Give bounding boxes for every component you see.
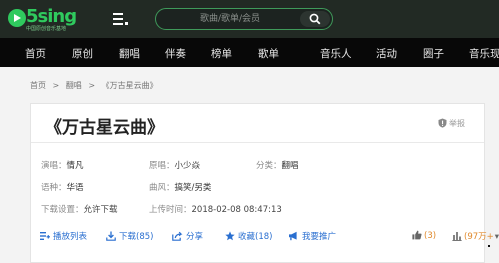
top-header: 5sing 中国原创音乐基地 — [0, 0, 499, 38]
share-button[interactable]: 分享 — [172, 230, 203, 242]
original-singer: 小少焱 — [174, 161, 201, 171]
like-button[interactable]: (3) — [412, 230, 436, 241]
chevron-down-icon: ▾ — [494, 232, 499, 242]
nav-item-cover[interactable]: 翻唱 — [119, 46, 140, 61]
song-info-card: 《万古星云曲》 举报 演唱：情凡 原唱：小少焱 分类：翻唱 语种：华语 曲风：搞… — [30, 103, 499, 263]
singer-link[interactable]: 情凡 — [67, 161, 84, 171]
like-count: (3) — [424, 231, 437, 241]
cursor-dot — [488, 245, 490, 247]
breadcrumb-cover[interactable]: 翻唱 — [66, 81, 82, 90]
share-label: 分享 — [186, 232, 204, 242]
playlist-label: 播放列表 — [53, 232, 88, 242]
style-label: 曲风： — [149, 183, 175, 193]
promote-button[interactable]: 我要推广 — [288, 230, 336, 242]
breadcrumb-current: 《万古星云曲》 — [101, 81, 158, 90]
category-label: 分类： — [256, 161, 282, 171]
nav-item-circles[interactable]: 圈子 — [423, 46, 444, 61]
breadcrumb-home[interactable]: 首页 — [30, 81, 46, 90]
search-button[interactable] — [300, 11, 330, 27]
main-nav: 首页 原创 翻唱 伴奏 榜单 歌单 音乐人 活动 圈子 音乐现 — [0, 38, 499, 67]
site-logo[interactable]: 5sing 中国原创音乐基地 — [7, 6, 77, 32]
star-icon — [225, 231, 235, 241]
title-divider — [31, 142, 484, 143]
meta-download: 下载设置：允许下载 — [41, 203, 118, 215]
nav-item-charts[interactable]: 榜单 — [211, 46, 232, 61]
language-label: 语种： — [41, 183, 67, 193]
meta-style: 曲风：搞笑/另类 — [149, 181, 211, 193]
breadcrumb-separator: > — [88, 81, 96, 90]
logo-mark-icon — [8, 9, 26, 27]
singer-label: 演唱： — [41, 161, 67, 171]
original-label: 原唱： — [149, 161, 175, 171]
search-input[interactable] — [164, 11, 296, 27]
meta-singer: 演唱：情凡 — [41, 159, 84, 171]
megaphone-icon — [289, 231, 297, 241]
upload-time-label: 上传时间： — [149, 205, 192, 215]
shield-icon — [438, 118, 447, 128]
category-link[interactable]: 翻唱 — [282, 161, 299, 171]
download-button[interactable]: 下载(85) — [106, 230, 153, 242]
breadcrumb-separator: > — [52, 81, 60, 90]
action-bar: 播放列表 下载(85) 分享 收藏(18) 我要推广 (3) (97万+▾ — [31, 230, 499, 246]
nav-item-original[interactable]: 原创 — [72, 46, 93, 61]
download-label: 下载(85) — [119, 232, 154, 242]
promote-label: 我要推广 — [302, 232, 337, 242]
logo-subtitle: 中国原创音乐基地 — [26, 26, 67, 32]
share-icon — [172, 231, 183, 241]
nav-item-musicians[interactable]: 音乐人 — [320, 46, 352, 61]
add-to-playlist-icon — [40, 232, 50, 240]
song-title: 《万古星云曲》 — [45, 118, 164, 138]
play-count-value: (97万+ — [464, 232, 494, 242]
upload-time-value: 2018-02-08 08:47:13 — [191, 205, 282, 215]
meta-upload-time: 上传时间：2018-02-08 08:47:13 — [149, 203, 282, 215]
nav-item-playlists[interactable]: 歌单 — [258, 46, 279, 61]
search-icon — [309, 13, 321, 25]
report-label: 举报 — [449, 119, 465, 128]
report-button[interactable]: 举报 — [438, 118, 465, 129]
nav-item-music-live[interactable]: 音乐现 — [469, 46, 499, 61]
menu-icon[interactable] — [113, 11, 131, 27]
collect-label: 收藏(18) — [238, 232, 273, 242]
download-setting-value: 允许下载 — [83, 205, 118, 215]
bar-chart-icon — [452, 232, 462, 241]
language-link[interactable]: 华语 — [67, 183, 84, 193]
nav-item-home[interactable]: 首页 — [25, 46, 46, 61]
download-setting-label: 下载设置： — [41, 205, 84, 215]
logo-text: 5sing — [26, 6, 77, 27]
search-box — [155, 8, 333, 30]
play-count[interactable]: (97万+▾ — [452, 230, 499, 242]
meta-original: 原唱：小少焱 — [149, 159, 200, 171]
nav-item-accompaniment[interactable]: 伴奏 — [165, 46, 186, 61]
thumbs-up-icon — [412, 230, 422, 240]
meta-category: 分类：翻唱 — [256, 159, 299, 171]
nav-item-events[interactable]: 活动 — [376, 46, 397, 61]
meta-language: 语种：华语 — [41, 181, 84, 193]
playlist-button[interactable]: 播放列表 — [40, 230, 87, 242]
style-link[interactable]: 搞笑/另类 — [175, 183, 212, 193]
download-icon — [106, 231, 116, 241]
breadcrumb: 首页 > 翻唱 > 《万古星云曲》 — [30, 80, 158, 91]
collect-button[interactable]: 收藏(18) — [225, 230, 272, 242]
